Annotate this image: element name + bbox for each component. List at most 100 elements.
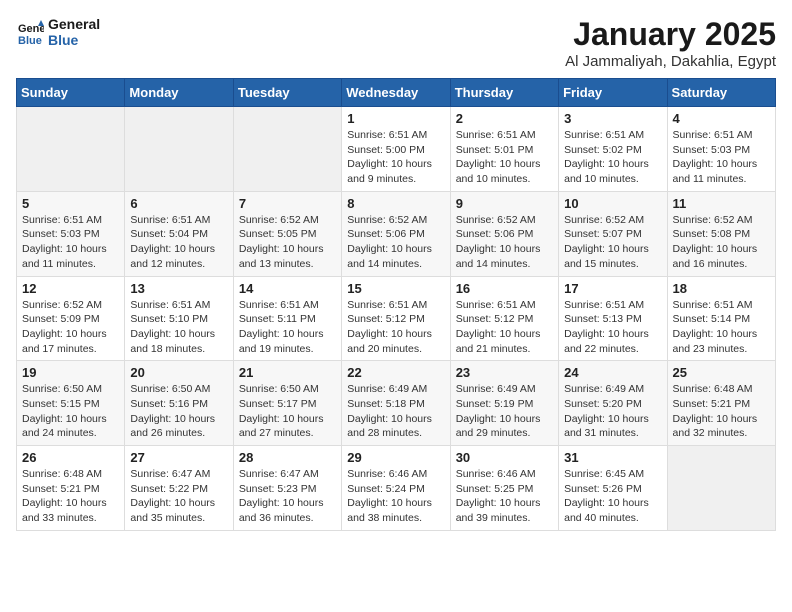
- calendar-table: SundayMondayTuesdayWednesdayThursdayFrid…: [16, 78, 776, 531]
- calendar-cell: 29 Sunrise: 6:46 AM Sunset: 5:24 PM Dayli…: [342, 446, 450, 531]
- calendar-cell: 8 Sunrise: 6:52 AM Sunset: 5:06 PM Daylig…: [342, 191, 450, 276]
- day-info: Sunrise: 6:52 AM Sunset: 5:06 PM Dayligh…: [347, 213, 444, 272]
- day-number: 11: [673, 196, 770, 211]
- calendar-cell: 16 Sunrise: 6:51 AM Sunset: 5:12 PM Dayli…: [450, 276, 558, 361]
- day-info: Sunrise: 6:52 AM Sunset: 5:09 PM Dayligh…: [22, 298, 119, 357]
- day-number: 9: [456, 196, 553, 211]
- day-number: 8: [347, 196, 444, 211]
- day-info: Sunrise: 6:51 AM Sunset: 5:03 PM Dayligh…: [22, 213, 119, 272]
- day-number: 15: [347, 281, 444, 296]
- day-number: 4: [673, 111, 770, 126]
- day-info: Sunrise: 6:50 AM Sunset: 5:17 PM Dayligh…: [239, 382, 336, 441]
- day-info: Sunrise: 6:47 AM Sunset: 5:23 PM Dayligh…: [239, 467, 336, 526]
- svg-text:Blue: Blue: [18, 35, 42, 46]
- logo-general: General: [48, 16, 100, 32]
- calendar-cell: 2 Sunrise: 6:51 AM Sunset: 5:01 PM Daylig…: [450, 107, 558, 192]
- calendar-cell: 1 Sunrise: 6:51 AM Sunset: 5:00 PM Daylig…: [342, 107, 450, 192]
- day-info: Sunrise: 6:52 AM Sunset: 5:08 PM Dayligh…: [673, 213, 770, 272]
- day-number: 16: [456, 281, 553, 296]
- calendar-cell: 5 Sunrise: 6:51 AM Sunset: 5:03 PM Daylig…: [17, 191, 125, 276]
- calendar-cell: 19Sunrise: 6:50 AM Sunset: 5:15 PM Dayli…: [17, 361, 125, 446]
- logo-icon: General Blue: [16, 18, 44, 46]
- day-info: Sunrise: 6:51 AM Sunset: 5:11 PM Dayligh…: [239, 298, 336, 357]
- day-number: 13: [130, 281, 227, 296]
- day-info: Sunrise: 6:51 AM Sunset: 5:02 PM Dayligh…: [564, 128, 661, 187]
- day-info: Sunrise: 6:52 AM Sunset: 5:05 PM Dayligh…: [239, 213, 336, 272]
- page-header: General Blue General Blue January 2025 A…: [16, 16, 776, 70]
- day-number: 1: [347, 111, 444, 126]
- day-number: 2: [456, 111, 553, 126]
- calendar-cell: 12 Sunrise: 6:52 AM Sunset: 5:09 PM Dayli…: [17, 276, 125, 361]
- calendar-cell: 15 Sunrise: 6:51 AM Sunset: 5:12 PM Dayli…: [342, 276, 450, 361]
- calendar-cell: 3Sunrise: 6:51 AM Sunset: 5:02 PM Daylig…: [559, 107, 667, 192]
- calendar-cell: 21 Sunrise: 6:50 AM Sunset: 5:17 PM Dayli…: [233, 361, 341, 446]
- weekday-header-row: SundayMondayTuesdayWednesdayThursdayFrid…: [17, 79, 776, 107]
- day-info: Sunrise: 6:51 AM Sunset: 5:12 PM Dayligh…: [347, 298, 444, 357]
- day-number: 22: [347, 365, 444, 380]
- day-number: 23: [456, 365, 553, 380]
- day-number: 5: [22, 196, 119, 211]
- weekday-header-saturday: Saturday: [667, 79, 775, 107]
- calendar-cell: 10Sunrise: 6:52 AM Sunset: 5:07 PM Dayli…: [559, 191, 667, 276]
- calendar-cell: 13 Sunrise: 6:51 AM Sunset: 5:10 PM Dayli…: [125, 276, 233, 361]
- day-info: Sunrise: 6:48 AM Sunset: 5:21 PM Dayligh…: [673, 382, 770, 441]
- day-info: Sunrise: 6:51 AM Sunset: 5:12 PM Dayligh…: [456, 298, 553, 357]
- day-info: Sunrise: 6:45 AM Sunset: 5:26 PM Dayligh…: [564, 467, 661, 526]
- day-number: 29: [347, 450, 444, 465]
- calendar-cell: 25 Sunrise: 6:48 AM Sunset: 5:21 PM Dayli…: [667, 361, 775, 446]
- calendar-cell: 20Sunrise: 6:50 AM Sunset: 5:16 PM Dayli…: [125, 361, 233, 446]
- calendar-cell: 18Sunrise: 6:51 AM Sunset: 5:14 PM Dayli…: [667, 276, 775, 361]
- day-info: Sunrise: 6:49 AM Sunset: 5:20 PM Dayligh…: [564, 382, 661, 441]
- day-number: 30: [456, 450, 553, 465]
- day-number: 25: [673, 365, 770, 380]
- calendar-cell: 9Sunrise: 6:52 AM Sunset: 5:06 PM Daylig…: [450, 191, 558, 276]
- calendar-cell: 6 Sunrise: 6:51 AM Sunset: 5:04 PM Daylig…: [125, 191, 233, 276]
- weekday-header-monday: Monday: [125, 79, 233, 107]
- calendar-week-2: 5 Sunrise: 6:51 AM Sunset: 5:03 PM Daylig…: [17, 191, 776, 276]
- day-info: Sunrise: 6:46 AM Sunset: 5:25 PM Dayligh…: [456, 467, 553, 526]
- calendar-cell: 22Sunrise: 6:49 AM Sunset: 5:18 PM Dayli…: [342, 361, 450, 446]
- calendar-cell: 31Sunrise: 6:45 AM Sunset: 5:26 PM Dayli…: [559, 446, 667, 531]
- calendar-cell: 28 Sunrise: 6:47 AM Sunset: 5:23 PM Dayli…: [233, 446, 341, 531]
- calendar-week-5: 26 Sunrise: 6:48 AM Sunset: 5:21 PM Dayli…: [17, 446, 776, 531]
- logo-blue: Blue: [48, 32, 100, 48]
- day-number: 20: [130, 365, 227, 380]
- day-number: 27: [130, 450, 227, 465]
- calendar-subtitle: Al Jammaliyah, Dakahlia, Egypt: [565, 53, 776, 70]
- calendar-cell: 24Sunrise: 6:49 AM Sunset: 5:20 PM Dayli…: [559, 361, 667, 446]
- day-number: 17: [564, 281, 661, 296]
- day-number: 21: [239, 365, 336, 380]
- calendar-cell: 17Sunrise: 6:51 AM Sunset: 5:13 PM Dayli…: [559, 276, 667, 361]
- weekday-header-tuesday: Tuesday: [233, 79, 341, 107]
- weekday-header-friday: Friday: [559, 79, 667, 107]
- day-number: 6: [130, 196, 227, 211]
- day-info: Sunrise: 6:51 AM Sunset: 5:00 PM Dayligh…: [347, 128, 444, 187]
- calendar-week-1: 1 Sunrise: 6:51 AM Sunset: 5:00 PM Daylig…: [17, 107, 776, 192]
- calendar-cell: 14 Sunrise: 6:51 AM Sunset: 5:11 PM Dayli…: [233, 276, 341, 361]
- calendar-week-3: 12 Sunrise: 6:52 AM Sunset: 5:09 PM Dayli…: [17, 276, 776, 361]
- day-number: 7: [239, 196, 336, 211]
- day-info: Sunrise: 6:51 AM Sunset: 5:10 PM Dayligh…: [130, 298, 227, 357]
- day-number: 26: [22, 450, 119, 465]
- day-info: Sunrise: 6:51 AM Sunset: 5:04 PM Dayligh…: [130, 213, 227, 272]
- day-info: Sunrise: 6:51 AM Sunset: 5:01 PM Dayligh…: [456, 128, 553, 187]
- calendar-cell: [667, 446, 775, 531]
- calendar-cell: [17, 107, 125, 192]
- day-info: Sunrise: 6:52 AM Sunset: 5:07 PM Dayligh…: [564, 213, 661, 272]
- calendar-title: January 2025: [565, 16, 776, 53]
- calendar-cell: [233, 107, 341, 192]
- title-block: January 2025 Al Jammaliyah, Dakahlia, Eg…: [565, 16, 776, 70]
- weekday-header-wednesday: Wednesday: [342, 79, 450, 107]
- day-number: 12: [22, 281, 119, 296]
- day-number: 14: [239, 281, 336, 296]
- day-info: Sunrise: 6:50 AM Sunset: 5:15 PM Dayligh…: [22, 382, 119, 441]
- day-info: Sunrise: 6:51 AM Sunset: 5:14 PM Dayligh…: [673, 298, 770, 357]
- day-info: Sunrise: 6:51 AM Sunset: 5:03 PM Dayligh…: [673, 128, 770, 187]
- day-number: 28: [239, 450, 336, 465]
- calendar-cell: 11 Sunrise: 6:52 AM Sunset: 5:08 PM Dayli…: [667, 191, 775, 276]
- day-info: Sunrise: 6:48 AM Sunset: 5:21 PM Dayligh…: [22, 467, 119, 526]
- calendar-cell: 7 Sunrise: 6:52 AM Sunset: 5:05 PM Daylig…: [233, 191, 341, 276]
- calendar-week-4: 19Sunrise: 6:50 AM Sunset: 5:15 PM Dayli…: [17, 361, 776, 446]
- day-info: Sunrise: 6:46 AM Sunset: 5:24 PM Dayligh…: [347, 467, 444, 526]
- calendar-cell: 30 Sunrise: 6:46 AM Sunset: 5:25 PM Dayli…: [450, 446, 558, 531]
